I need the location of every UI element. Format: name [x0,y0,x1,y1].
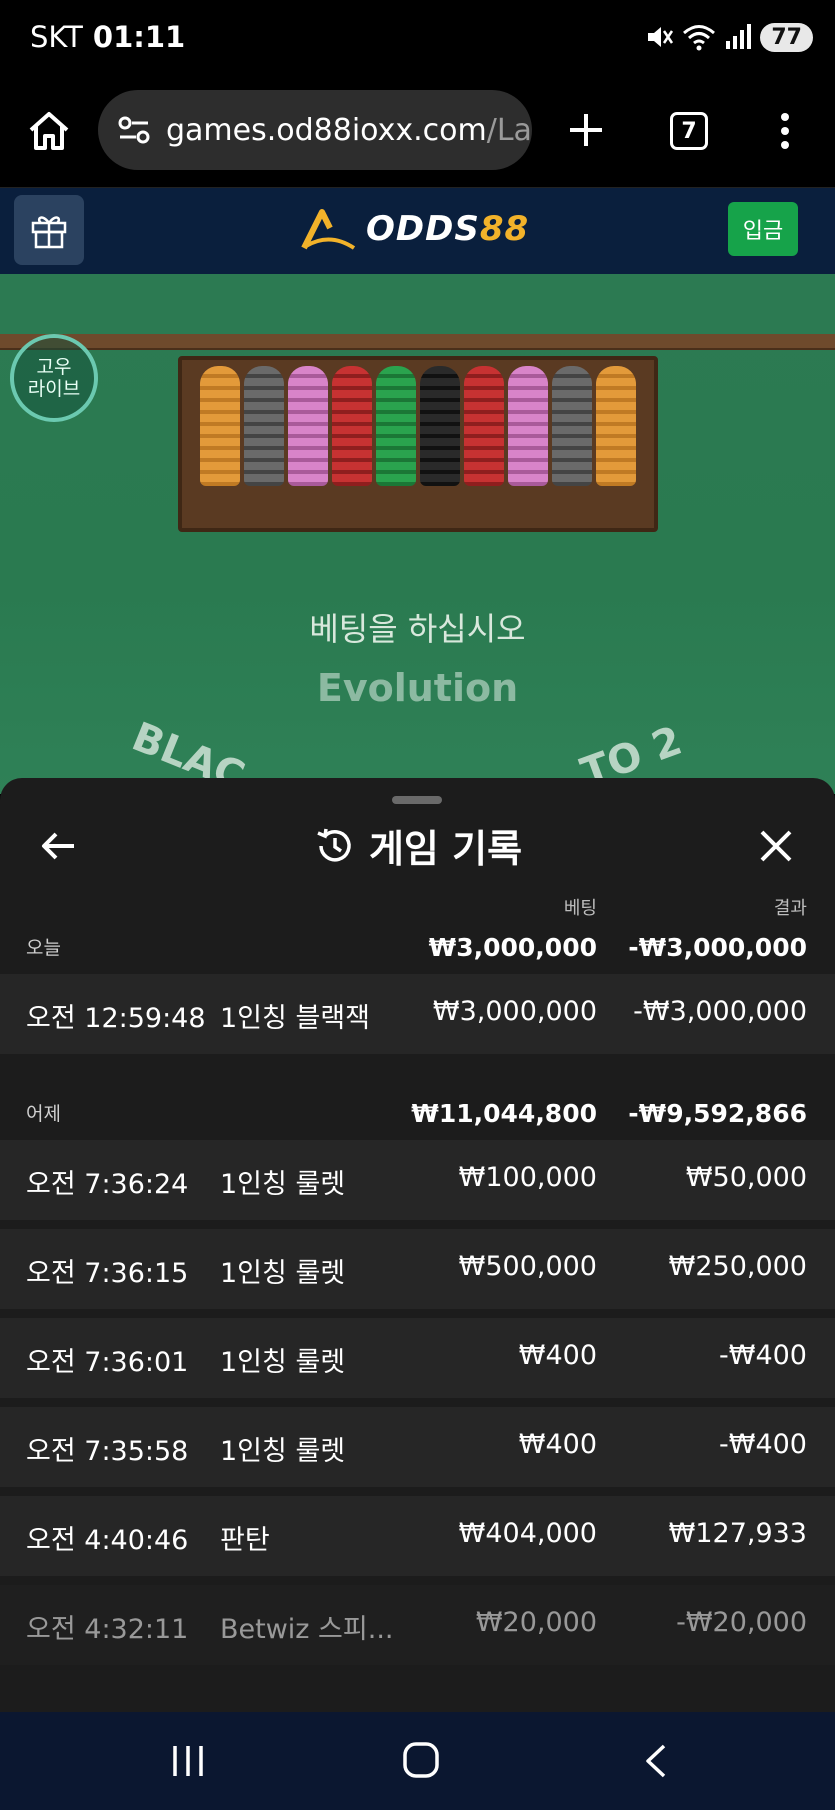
sheet-drag-handle[interactable] [392,796,442,804]
game-history-sheet: 게임 기록 베팅 결과 오늘 ₩3,000,000 -₩3,000,000 오전… [0,778,835,1712]
row-time: 오전 4:32:11 [26,1614,189,1645]
group-total-bet: ₩3,000,000 [428,933,597,962]
group-summary-today: 오늘 ₩3,000,000 -₩3,000,000 [0,918,835,970]
history-row[interactable]: 오전 12:59:48 1인칭 블랙잭 ₩3,000,000 -₩3,000,0… [0,974,835,1054]
row-game: 1인칭 룰렛 [220,1347,346,1378]
live-badge-line1: 고우 [36,356,72,378]
row-bet: ₩400 [518,1340,597,1371]
chip-tray [178,356,658,532]
history-row[interactable]: 오전 7:36:15 1인칭 룰렛 ₩500,000 ₩250,000 [0,1229,835,1309]
place-bets-prompt: 베팅을 하십시오 [309,610,526,648]
carrier-label: SKT [30,20,83,54]
logo-mark-icon [301,209,356,250]
row-result: -₩3,000,000 [633,996,807,1027]
column-header-bet: 베팅 [563,898,597,919]
row-bet: ₩3,000,000 [432,996,597,1027]
row-bet: ₩100,000 [458,1162,597,1193]
address-bar[interactable]: games.od88ioxx.com/Laun [98,90,532,170]
row-bet: ₩400 [518,1429,597,1460]
table-rail [0,334,835,350]
row-game: 1인칭 룰렛 [220,1258,346,1289]
row-time: 오전 7:36:24 [26,1169,189,1200]
group-total-bet: ₩11,044,800 [411,1099,597,1128]
chip-stack-gray-2 [552,366,592,486]
url-host: games.od88ioxx.com [166,112,487,148]
sheet-header: 게임 기록 [0,808,835,888]
gift-button[interactable] [14,195,84,265]
battery-indicator: 77 [760,22,813,52]
evolution-watermark: Evolution [316,666,519,710]
row-result: -₩20,000 [676,1607,807,1638]
live-badge-line2: 라이브 [27,378,81,400]
group-label: 어제 [26,1103,61,1125]
row-result: -₩400 [719,1429,807,1460]
close-icon[interactable] [756,826,796,866]
home-icon[interactable] [26,108,72,154]
history-row[interactable]: 오전 7:35:58 1인칭 룰렛 ₩400 -₩400 [0,1407,835,1487]
column-header-result: 결과 [773,898,807,919]
system-nav-bar [0,1712,835,1810]
history-row[interactable]: 오전 4:40:46 판탄 ₩404,000 ₩127,933 [0,1496,835,1576]
group-summary-yesterday: 어제 ₩11,044,800 -₩9,592,866 [0,1084,835,1136]
sheet-title: 게임 기록 [368,827,523,871]
row-time: 오전 7:36:15 [26,1258,189,1289]
history-icon [317,828,351,862]
history-row[interactable]: 오전 7:36:01 1인칭 룰렛 ₩400 -₩400 [0,1318,835,1398]
row-game: 1인칭 룰렛 [220,1436,346,1467]
row-game: 판탄 [220,1525,270,1556]
row-game: 1인칭 룰렛 [220,1169,346,1200]
group-total-result: -₩3,000,000 [628,933,807,962]
status-bar: SKT 01:11 77 [0,0,835,80]
chip-stack-pink-2 [508,366,548,486]
chip-stack-orange [200,366,240,486]
deposit-button[interactable]: 입금 [728,202,798,256]
signal-icon [726,24,752,49]
row-game: Betwiz 스피... [220,1614,394,1645]
live-badge[interactable]: 고우 라이브 [10,334,98,422]
site-logo[interactable]: ODDS 88 [300,206,529,252]
gift-icon [31,216,67,249]
row-result: -₩400 [719,1340,807,1371]
row-time: 오전 4:40:46 [26,1525,189,1556]
mute-icon [648,27,674,47]
chip-stack-pink [288,366,328,486]
clock: 01:11 [92,20,186,54]
group-label: 오늘 [26,937,61,959]
browser-toolbar: games.od88ioxx.com/Laun 7 [0,80,835,188]
column-headers: 베팅 결과 [0,894,835,919]
row-bet: ₩500,000 [458,1251,597,1282]
chip-stack-gray [244,366,284,486]
tab-switcher-button[interactable]: 7 [670,112,708,150]
new-tab-icon[interactable] [566,110,606,150]
recent-apps-icon[interactable] [170,1742,206,1780]
logo-word-88: 88 [479,209,530,249]
row-result: ₩127,933 [668,1518,807,1549]
chip-stack-red-2 [464,366,504,486]
url-text: games.od88ioxx.com/Laun [166,113,532,148]
site-header: ODDS 88 입금 [0,188,835,274]
chip-stack-black [420,366,460,486]
row-result: ₩250,000 [668,1251,807,1282]
chip-stack-red [332,366,372,486]
history-row[interactable]: 오전 7:36:24 1인칭 룰렛 ₩100,000 ₩50,000 [0,1140,835,1220]
home-nav-icon[interactable] [402,1740,440,1780]
row-bet: ₩404,000 [458,1518,597,1549]
chip-stack-orange-2 [596,366,636,486]
row-time: 오전 7:36:01 [26,1347,189,1378]
wifi-icon [683,25,716,51]
group-total-result: -₩9,592,866 [628,1099,807,1128]
site-settings-icon[interactable] [116,112,152,148]
back-nav-icon[interactable] [640,1742,670,1780]
game-video-area[interactable]: 고우 라이브 베팅을 하십시오 Evolution BLAC TO 2 [0,274,835,794]
row-time: 오전 12:59:48 [26,1003,206,1034]
history-row[interactable]: 오전 4:32:11 Betwiz 스피... ₩20,000 -₩20,000 [0,1585,835,1665]
row-game: 1인칭 블랙잭 [220,1003,370,1034]
url-path: /Laun [486,112,532,148]
logo-word-odds: ODDS [366,209,480,249]
row-bet: ₩20,000 [475,1607,597,1638]
more-options-icon[interactable] [770,110,800,152]
chip-stack-green [376,366,416,486]
row-result: ₩50,000 [685,1162,807,1193]
row-time: 오전 7:35:58 [26,1436,189,1467]
